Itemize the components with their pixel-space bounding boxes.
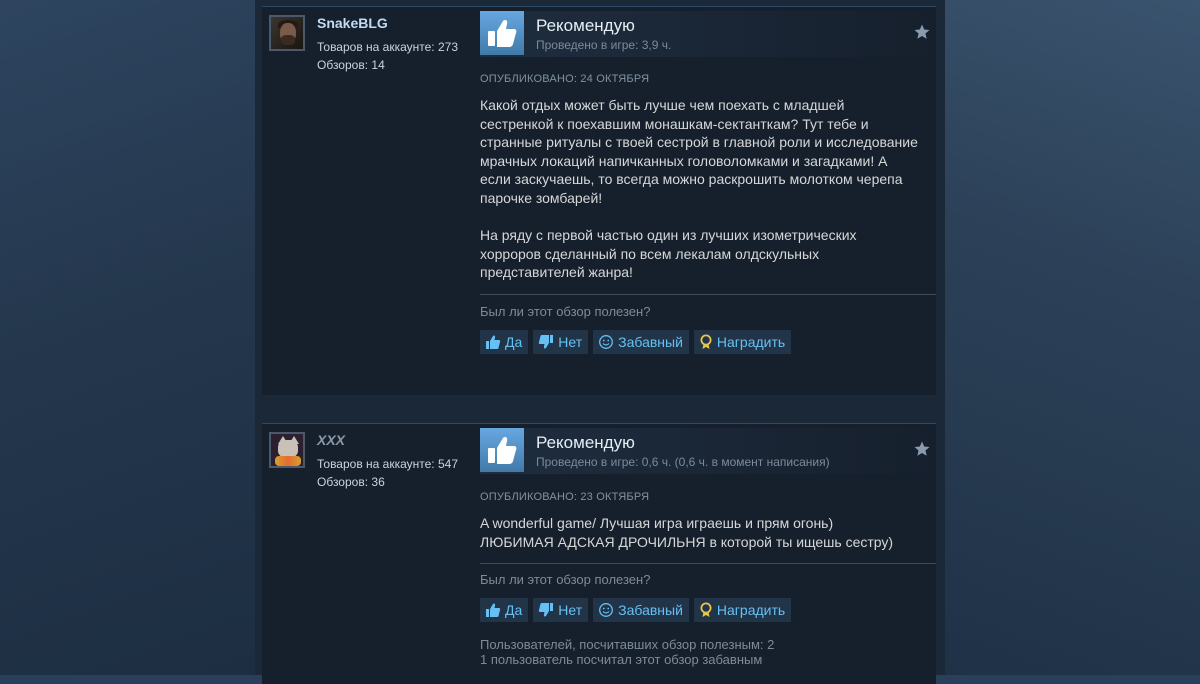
vote-no-label: Нет — [558, 602, 583, 618]
award-label: Наградить — [716, 602, 786, 618]
smiley-icon — [598, 334, 614, 350]
thumbs-up-icon — [480, 428, 524, 472]
background-right — [938, 0, 1200, 675]
background-left — [0, 0, 255, 675]
thumbs-down-icon — [538, 334, 554, 350]
review-body: A wonderful game/ Лучшая игра играешь и … — [480, 515, 894, 550]
vote-stats: Пользователей, посчитавших обзор полезны… — [480, 637, 774, 667]
vote-no-button[interactable]: Нет — [533, 330, 589, 354]
vote-yes-label: Да — [505, 602, 523, 618]
verdict-title: Рекомендую — [536, 433, 635, 452]
star-icon[interactable] — [913, 23, 931, 46]
vote-funny-label: Забавный — [618, 334, 683, 350]
award-medal-icon — [699, 602, 713, 618]
products-label: Товаров на аккаунте: — [317, 457, 435, 471]
vote-buttons: Да Нет Забавный Наградить — [480, 598, 792, 622]
divider — [480, 294, 936, 295]
review-header[interactable]: Рекомендую Проведено в игре: 0,6 ч. (0,6… — [480, 428, 936, 474]
author-name[interactable]: XXX — [317, 432, 345, 448]
award-button[interactable]: Наградить — [693, 598, 792, 622]
products-label: Товаров на аккаунте: — [317, 40, 435, 54]
helpful-count-text: Пользователей, посчитавших обзор полезны… — [480, 637, 775, 652]
author-avatar[interactable] — [269, 15, 305, 51]
reviews-count: 14 — [371, 58, 385, 72]
helpful-question: Был ли этот обзор полезен? — [480, 304, 651, 319]
reviews-label: Обзоров: — [317, 475, 369, 489]
award-label: Наградить — [716, 334, 786, 350]
products-count: 547 — [438, 457, 459, 471]
posted-date: ОПУБЛИКОВАНО: 23 ОКТЯБРЯ — [480, 491, 650, 503]
vote-funny-button[interactable]: Забавный — [593, 330, 689, 354]
star-icon[interactable] — [913, 440, 931, 463]
thumbs-up-icon — [485, 334, 501, 350]
award-button[interactable]: Наградить — [693, 330, 792, 354]
author-avatar[interactable] — [269, 432, 305, 468]
review-card: SnakeBLG Товаров на аккаунте: 273 Обзоро… — [262, 6, 936, 395]
hours-played: Проведено в игре: 0,6 ч. (0,6 ч. в момен… — [536, 455, 830, 469]
divider — [480, 563, 936, 564]
hours-played: Проведено в игре: 3,9 ч. — [536, 38, 672, 52]
vote-no-label: Нет — [558, 334, 583, 350]
thumbs-up-icon — [480, 11, 524, 55]
author-reviews: Обзоров: 36 — [317, 475, 385, 489]
thumbs-down-icon — [538, 602, 554, 618]
author-name[interactable]: SnakeBLG — [317, 15, 388, 31]
author-products: Товаров на аккаунте: 547 — [317, 457, 458, 471]
helpful-question: Был ли этот обзор полезен? — [480, 572, 651, 587]
reviews-count: 36 — [371, 475, 385, 489]
review-body: Какой отдых может быть лучше чем поехать… — [480, 97, 918, 281]
products-count: 273 — [438, 40, 459, 54]
vote-yes-label: Да — [505, 334, 523, 350]
vote-no-button[interactable]: Нет — [533, 598, 589, 622]
posted-date: ОПУБЛИКОВАНО: 24 ОКТЯБРЯ — [480, 73, 650, 85]
vote-yes-button[interactable]: Да — [480, 330, 529, 354]
reviews-label: Обзоров: — [317, 58, 369, 72]
vote-yes-button[interactable]: Да — [480, 598, 529, 622]
thumbs-up-icon — [485, 602, 501, 618]
review-card: XXX Товаров на аккаунте: 547 Обзоров: 36… — [262, 423, 936, 684]
author-reviews: Обзоров: 14 — [317, 58, 385, 72]
author-products: Товаров на аккаунте: 273 — [317, 40, 458, 54]
verdict-title: Рекомендую — [536, 16, 635, 35]
smiley-icon — [598, 602, 614, 618]
vote-funny-button[interactable]: Забавный — [593, 598, 689, 622]
funny-count-text: 1 пользователь посчитал этот обзор забав… — [480, 652, 763, 667]
vote-funny-label: Забавный — [618, 602, 683, 618]
review-header[interactable]: Рекомендую Проведено в игре: 3,9 ч. — [480, 11, 936, 57]
vote-buttons: Да Нет Забавный Наградить — [480, 330, 792, 354]
award-medal-icon — [699, 334, 713, 350]
